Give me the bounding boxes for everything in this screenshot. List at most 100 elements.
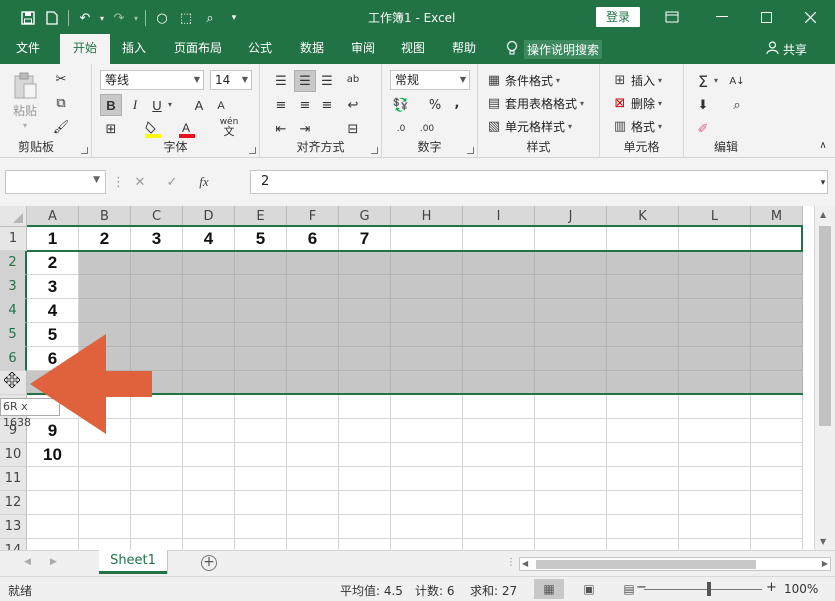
cell-j7[interactable]: [535, 371, 607, 395]
cell-k2[interactable]: [607, 251, 679, 275]
cell-j6[interactable]: [535, 347, 607, 371]
tell-me-search[interactable]: 操作说明搜索: [506, 40, 603, 59]
cell-c13[interactable]: [131, 515, 183, 539]
row-header[interactable]: 14: [0, 539, 27, 550]
cell-i13[interactable]: [463, 515, 535, 539]
cell-j8[interactable]: [535, 395, 607, 419]
cell-m10[interactable]: [751, 443, 803, 467]
cell-m14[interactable]: [751, 539, 803, 550]
format-painter-icon[interactable]: 🖌: [50, 116, 72, 138]
cell-g8[interactable]: [339, 395, 391, 419]
scroll-down-icon[interactable]: ▼: [820, 537, 826, 546]
cell-f8[interactable]: [287, 395, 339, 419]
cell-b1[interactable]: 2: [79, 227, 131, 251]
cell-g2[interactable]: [339, 251, 391, 275]
format-cells-button[interactable]: ▥ 格式 ▾: [612, 118, 662, 135]
horizontal-scrollbar[interactable]: ◀ ▶: [519, 557, 831, 571]
row-header[interactable]: 2: [0, 251, 27, 275]
redo-dropdown-icon[interactable]: ▾: [131, 8, 141, 28]
cell-l9[interactable]: [679, 419, 751, 443]
find-select-icon[interactable]: ⌕: [726, 94, 748, 116]
insert-cells-button[interactable]: ⊞ 插入 ▾: [612, 72, 662, 89]
cell-c1[interactable]: 3: [131, 227, 183, 251]
cell-m11[interactable]: [751, 467, 803, 491]
align-middle-icon[interactable]: ☰: [294, 70, 316, 92]
cell-g3[interactable]: [339, 275, 391, 299]
cell-h5[interactable]: [391, 323, 463, 347]
accounting-format-icon[interactable]: 💱: [390, 94, 412, 116]
cell-j14[interactable]: [535, 539, 607, 550]
row-header[interactable]: 3: [0, 275, 27, 299]
cell-m2[interactable]: [751, 251, 803, 275]
cell-c4[interactable]: [131, 299, 183, 323]
cell-m3[interactable]: [751, 275, 803, 299]
cell-j5[interactable]: [535, 323, 607, 347]
cell-b10[interactable]: [79, 443, 131, 467]
cell-d5[interactable]: [183, 323, 235, 347]
cell-g13[interactable]: [339, 515, 391, 539]
login-button[interactable]: 登录: [596, 7, 640, 27]
collapse-ribbon-icon[interactable]: ∧: [812, 134, 834, 156]
format-as-table-button[interactable]: ▤ 套用表格格式 ▾: [486, 95, 584, 112]
cell-k9[interactable]: [607, 419, 679, 443]
cell-b4[interactable]: [79, 299, 131, 323]
cell-d1[interactable]: 4: [183, 227, 235, 251]
cell-k4[interactable]: [607, 299, 679, 323]
tab-page-layout[interactable]: 页面布局: [166, 34, 230, 64]
cell-i10[interactable]: [463, 443, 535, 467]
cell-m12[interactable]: [751, 491, 803, 515]
cell-f12[interactable]: [287, 491, 339, 515]
cell-j13[interactable]: [535, 515, 607, 539]
underline-dropdown-icon[interactable]: ▾: [168, 100, 172, 109]
cell-c3[interactable]: [131, 275, 183, 299]
tab-home[interactable]: 开始: [60, 34, 110, 64]
cell-k10[interactable]: [607, 443, 679, 467]
vertical-scrollbar[interactable]: ▲ ▼: [814, 206, 835, 550]
cell-e11[interactable]: [235, 467, 287, 491]
cell-d3[interactable]: [183, 275, 235, 299]
comma-style-button[interactable]: ,: [446, 92, 468, 114]
cell-g4[interactable]: [339, 299, 391, 323]
cell-g12[interactable]: [339, 491, 391, 515]
cell-j12[interactable]: [535, 491, 607, 515]
cell-j3[interactable]: [535, 275, 607, 299]
align-right-icon[interactable]: ≡: [316, 94, 338, 116]
wrap-text-icon[interactable]: ↩: [342, 94, 364, 116]
cell-l11[interactable]: [679, 467, 751, 491]
cell-k12[interactable]: [607, 491, 679, 515]
cell-k8[interactable]: [607, 395, 679, 419]
cell-l5[interactable]: [679, 323, 751, 347]
cell-i14[interactable]: [463, 539, 535, 550]
cell-h10[interactable]: [391, 443, 463, 467]
cell-f4[interactable]: [287, 299, 339, 323]
cell-h6[interactable]: [391, 347, 463, 371]
cell-g10[interactable]: [339, 443, 391, 467]
close-icon[interactable]: [800, 7, 820, 27]
cell-i1[interactable]: [463, 227, 535, 251]
cell-d11[interactable]: [183, 467, 235, 491]
cell-j9[interactable]: [535, 419, 607, 443]
cell-f3[interactable]: [287, 275, 339, 299]
column-header-b[interactable]: B: [79, 206, 131, 227]
delete-cells-button[interactable]: ⊠ 删除 ▾: [612, 95, 662, 112]
cell-f11[interactable]: [287, 467, 339, 491]
cell-h14[interactable]: [391, 539, 463, 550]
cell-l1[interactable]: [679, 227, 751, 251]
tab-formulas[interactable]: 公式: [240, 34, 280, 64]
clear-icon[interactable]: ✐: [692, 118, 714, 140]
page-layout-view-icon[interactable]: ▣: [574, 579, 604, 599]
cell-m7[interactable]: [751, 371, 803, 395]
tab-data[interactable]: 数据: [292, 34, 332, 64]
cell-b13[interactable]: [79, 515, 131, 539]
cell-m8[interactable]: [751, 395, 803, 419]
cell-f6[interactable]: [287, 347, 339, 371]
align-center-icon[interactable]: ≡: [294, 94, 316, 116]
cell-i7[interactable]: [463, 371, 535, 395]
share-button[interactable]: 共享: [766, 41, 807, 58]
number-launcher-icon[interactable]: [467, 147, 474, 154]
cell-k3[interactable]: [607, 275, 679, 299]
column-header-c[interactable]: C: [131, 206, 183, 227]
undo-icon[interactable]: ↶: [73, 8, 97, 28]
column-header-a[interactable]: A: [27, 206, 79, 227]
cell-j11[interactable]: [535, 467, 607, 491]
